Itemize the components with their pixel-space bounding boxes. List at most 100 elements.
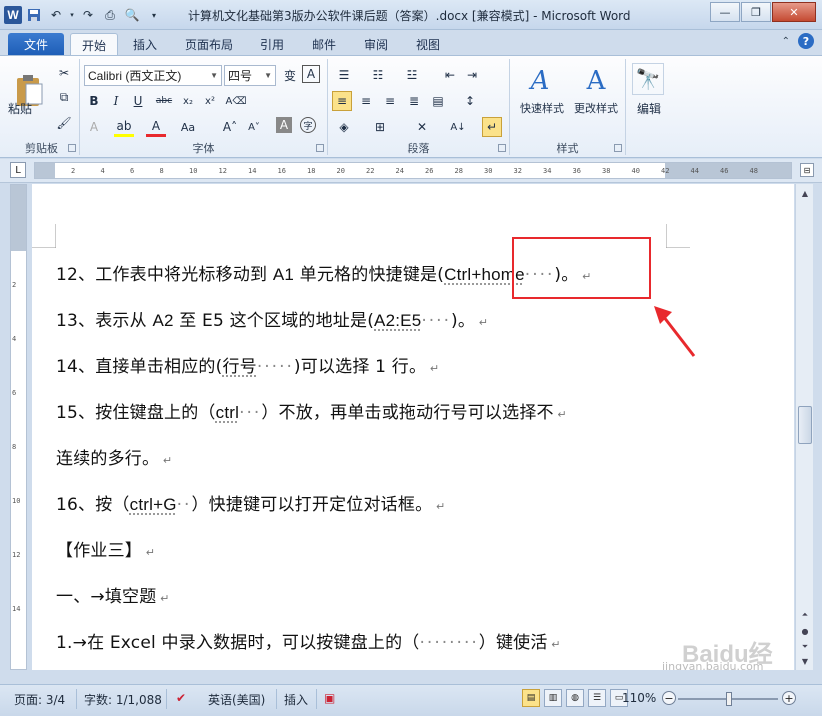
phonetic-guide-icon[interactable]: 变 [280,65,300,85]
increase-indent-icon[interactable]: ⇥ [462,65,482,85]
minimize-ribbon-icon[interactable]: ⌃ [782,36,790,47]
undo-dropdown-icon[interactable]: ▾ [68,5,76,25]
full-screen-reading-icon[interactable]: ▥ [544,689,562,707]
font-name-combo[interactable]: Calibri (西文正文) ▼ [84,65,222,86]
redo-icon[interactable]: ↷ [78,5,98,25]
bold-icon[interactable]: B [84,91,104,111]
insert-mode[interactable]: 插入 [284,691,308,708]
minimize-button[interactable]: — [710,2,740,22]
page-count[interactable]: 页面: 3/4 [14,691,65,708]
zoom-level[interactable]: 110% [622,691,656,705]
paragraph-launcher-icon[interactable] [498,144,506,152]
font-launcher-icon[interactable] [316,144,324,152]
watermark-url: jingyan.baidu.com [662,660,764,670]
document-page[interactable]: 12、工作表中将光标移动到 A1 单元格的快捷键是(Ctrl+home····)… [32,184,794,670]
font-color-icon[interactable]: A [146,117,166,137]
word-app-icon[interactable]: W [4,6,22,24]
language-indicator[interactable]: 英语(美国) [208,691,265,708]
zoom-slider-thumb[interactable] [726,692,732,706]
align-left-icon[interactable]: ≡ [332,91,352,111]
print-icon[interactable]: ⎙ [100,5,120,25]
tab-references[interactable]: 引用 [250,33,294,56]
tab-page-layout[interactable]: 页面布局 [176,33,242,56]
tab-review[interactable]: 审阅 [354,33,398,56]
clipboard-launcher-icon[interactable] [68,144,76,152]
zoom-in-icon[interactable]: + [782,691,796,705]
decrease-indent-icon[interactable]: ⇤ [440,65,460,85]
quick-styles-icon[interactable]: A [518,63,562,99]
character-shading-icon[interactable]: A [276,117,292,133]
zoom-out-icon[interactable]: − [662,691,676,705]
web-layout-icon[interactable]: ◍ [566,689,584,707]
restore-button[interactable]: ❐ [741,2,771,22]
change-case-icon[interactable]: Aa [178,117,198,137]
horizontal-ruler[interactable]: 2 4 6 8 10 12 14 16 18 20 22 24 26 28 30 32 34 36 38 40 42 44… [34,162,792,179]
divider [166,689,167,709]
macro-record-icon[interactable]: ▣ [324,691,335,705]
line-text: 一、→填空题 [56,587,157,607]
character-border-icon[interactable]: A [302,65,320,83]
vertical-ruler[interactable]: 2 4 6 8 10 12 14 [10,184,27,670]
underline-icon[interactable]: U [128,91,148,111]
line-text: )可以选择 1 行。 [293,357,427,377]
change-styles-icon[interactable]: A [574,63,618,99]
proofing-icon[interactable]: ✔ [176,691,186,705]
help-icon[interactable]: ? [798,33,814,49]
text-effects-icon[interactable]: A [84,117,104,137]
word-count[interactable]: 字数: 1/1,088 [84,691,162,708]
italic-icon[interactable]: I [106,91,126,111]
justify-icon[interactable]: ≣ [404,91,424,111]
scroll-thumb[interactable] [798,406,812,444]
undo-icon[interactable]: ↶ [46,5,66,25]
scroll-down-icon[interactable]: ▼ [798,654,812,668]
clear-formatting-icon[interactable]: A⌫ [226,91,247,111]
superscript-icon[interactable]: x² [200,91,220,111]
vertical-scrollbar[interactable]: ▲ ⏶ ● ⏷ ▼ [795,184,813,670]
outline-icon[interactable]: ☰ [588,689,606,707]
format-painter-icon[interactable]: 🖌 [54,113,74,133]
tab-mailings[interactable]: 邮件 [302,33,346,56]
browse-object-icon[interactable]: ● [798,624,812,638]
highlight-icon[interactable]: ab [114,117,134,137]
save-icon[interactable] [24,5,44,25]
shrink-font-icon[interactable]: A˅ [244,117,264,137]
shading-icon[interactable]: ◈ [334,117,354,137]
next-page-icon[interactable]: ⏷ [798,640,812,654]
quick-styles-label[interactable]: 快速样式 [512,100,572,116]
scroll-up-icon[interactable]: ▲ [798,186,812,200]
styles-launcher-icon[interactable] [614,144,622,152]
close-button[interactable]: ✕ [772,2,816,22]
editing-group: 🔭 编辑 [626,59,672,155]
tab-view[interactable]: 视图 [406,33,450,56]
align-center-icon[interactable]: ≡ [356,91,376,111]
previous-page-icon[interactable]: ⏶ [798,608,812,622]
show-marks-icon[interactable]: ↵ [482,117,502,137]
tab-insert[interactable]: 插入 [122,33,168,56]
chinese-layout-icon[interactable]: ✕ [412,117,432,137]
editing-label[interactable]: 编辑 [626,100,672,117]
print-layout-icon[interactable]: ▤ [522,689,540,707]
line-spacing-icon[interactable]: ↕ [460,91,480,111]
distributed-icon[interactable]: ▤ [428,91,448,111]
tab-file[interactable]: 文件 [8,33,64,56]
strikethrough-icon[interactable]: abc [154,91,174,111]
find-icon[interactable]: 🔭 [632,63,664,95]
cut-icon[interactable]: ✂ [54,63,74,83]
sort-icon[interactable]: A↓ [448,117,468,137]
tab-selector-icon[interactable]: L [10,162,26,178]
align-right-icon[interactable]: ≡ [380,91,400,111]
borders-icon[interactable]: ⊞ [370,117,390,137]
numbering-icon[interactable]: ☷ [368,65,388,85]
subscript-icon[interactable]: x₂ [178,91,198,111]
tab-home[interactable]: 开始 [70,33,118,56]
font-size-combo[interactable]: 四号 ▼ [224,65,276,86]
view-ruler-icon[interactable]: ⊟ [800,163,814,177]
customize-qat-icon[interactable]: ▾ [144,5,164,25]
copy-icon[interactable]: ⧉ [54,87,74,107]
change-styles-label[interactable]: 更改样式 [566,100,626,116]
enclose-characters-icon[interactable]: 字 [300,117,316,133]
multilevel-list-icon[interactable]: ☳ [402,65,422,85]
bullets-icon[interactable]: ☰ [334,65,354,85]
print-preview-icon[interactable]: 🔍 [122,5,142,25]
grow-font-icon[interactable]: A˄ [220,117,240,137]
